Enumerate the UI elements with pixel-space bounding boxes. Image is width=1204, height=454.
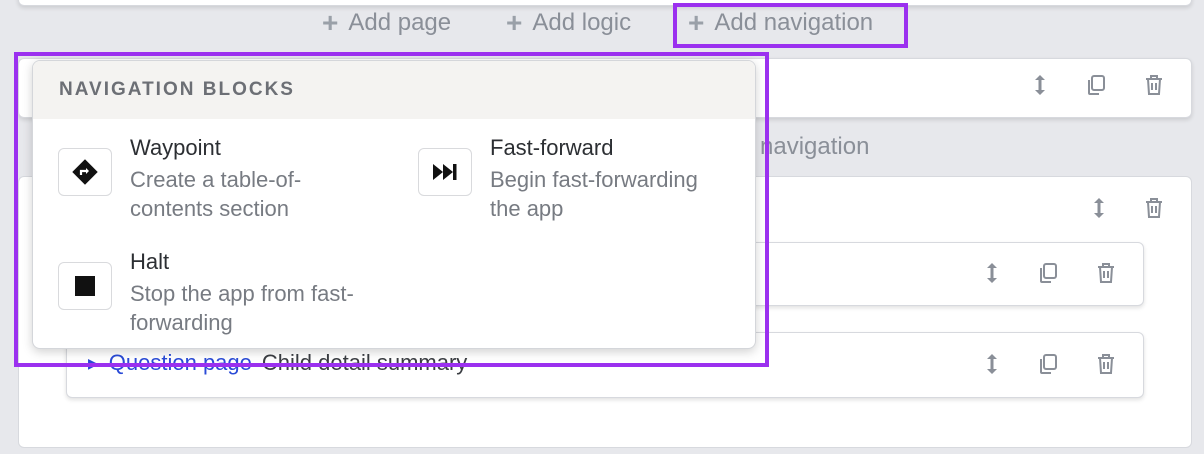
delete-icon[interactable]: [1092, 259, 1120, 287]
duplicate-icon[interactable]: [1034, 350, 1062, 378]
duplicate-icon[interactable]: [1082, 71, 1110, 99]
move-icon[interactable]: [1085, 194, 1113, 222]
menu-highlight: [14, 52, 769, 367]
add-page-button[interactable]: + Add page: [322, 6, 451, 40]
move-icon[interactable]: [978, 350, 1006, 378]
add-navigation-highlight: [673, 3, 908, 48]
add-logic-button[interactable]: + Add logic: [506, 6, 631, 40]
move-icon[interactable]: [1026, 71, 1054, 99]
move-icon[interactable]: [978, 259, 1006, 287]
plus-icon: +: [322, 7, 339, 38]
delete-icon[interactable]: [1140, 194, 1168, 222]
add-logic-label: Add logic: [532, 9, 632, 36]
plus-icon: +: [506, 7, 523, 38]
delete-icon[interactable]: [1140, 71, 1168, 99]
duplicate-icon[interactable]: [1034, 259, 1062, 287]
delete-icon[interactable]: [1092, 350, 1120, 378]
add-page-label: Add page: [348, 9, 452, 36]
